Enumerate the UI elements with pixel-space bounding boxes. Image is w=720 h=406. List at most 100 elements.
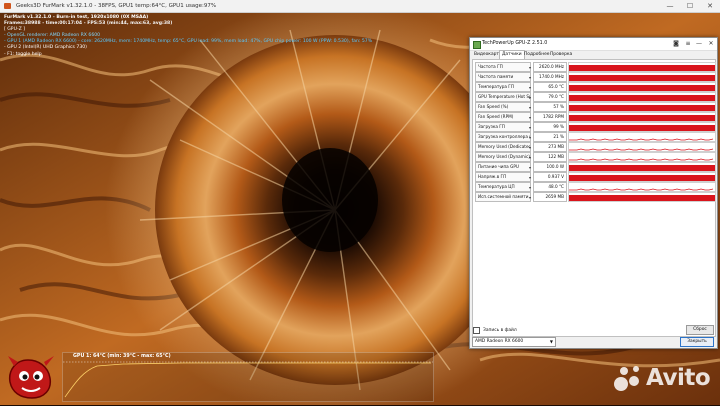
sensor-graph-bar xyxy=(569,188,714,191)
furmark-window-title: Geeks3D FurMark v1.32.1.0 - 38FPS, GPU1 … xyxy=(16,3,217,9)
sensor-graph-bar xyxy=(569,175,715,181)
sensor-name: Питание чипа GPU xyxy=(475,162,531,172)
sensor-row: Memory Used (Dynamic) ▾ 122 MB xyxy=(475,152,716,162)
sensor-options-chevron-icon[interactable]: ▾ xyxy=(529,165,531,170)
sensor-options-chevron-icon[interactable]: ▾ xyxy=(529,135,531,140)
gpuz-window: TechPowerUp GPU-Z 2.51.0 ◙ ≡ — ✕ Видеока… xyxy=(469,37,718,349)
sensors-panel: Частота ГП ▾ 2620.0 MHz Частота памяти ▾ 1740… xyxy=(472,59,716,337)
sensor-graph-bar xyxy=(569,75,715,81)
sensor-value: 273 MB xyxy=(533,142,567,152)
sensor-value: 2620.0 MHz xyxy=(533,62,567,72)
sensor-value: 2659 MB xyxy=(533,192,567,202)
sensor-options-chevron-icon[interactable]: ▾ xyxy=(529,75,531,80)
sensor-row: Напряж.в ГП ▾ 0.937 V xyxy=(475,172,716,182)
sensor-graph-bar xyxy=(569,148,714,151)
sensor-graph xyxy=(568,172,716,182)
gpu-select-value: AMD Radeon RX 6600 xyxy=(475,339,524,344)
sensor-name: Исп.системной памяти xyxy=(475,192,531,202)
sensor-row: Частота памяти ▾ 1740.0 MHz xyxy=(475,72,716,82)
sensor-value: 0.937 V xyxy=(533,172,567,182)
sensor-graph xyxy=(568,62,716,72)
sensor-value: 79.0 °C xyxy=(533,92,567,102)
avito-watermark-text: Avito xyxy=(646,365,711,391)
sensor-graph xyxy=(568,152,716,162)
sensor-options-chevron-icon[interactable]: ▾ xyxy=(529,145,531,150)
tab-validation[interactable]: Проверка xyxy=(548,51,574,59)
sensor-options-chevron-icon[interactable]: ▾ xyxy=(529,95,531,100)
sensor-graph xyxy=(568,102,716,112)
sensor-row: GPU Temperature (Hot Spot)▾79.0 °C xyxy=(475,92,716,102)
sensor-row: Температура ЦП ▾ 48.0 °C xyxy=(475,182,716,192)
sensor-row: Температура ГП ▾ 65.0 °C xyxy=(475,82,716,92)
maximize-icon[interactable]: ☐ xyxy=(680,0,700,12)
reset-button[interactable]: Сброс xyxy=(686,325,714,335)
furmark-logo xyxy=(4,352,60,402)
sensor-value: 1782 RPM xyxy=(533,112,567,122)
sensor-value: 1740.0 MHz xyxy=(533,72,567,82)
sensor-name: GPU Temperature (Hot Spot) xyxy=(475,92,531,102)
avito-watermark: Avito xyxy=(612,364,716,394)
furmark-app-icon xyxy=(4,3,11,9)
temperature-graph-label: GPU 1: 64°C (min: 39°C - max: 65°C) xyxy=(73,354,171,359)
sensor-options-chevron-icon[interactable]: ▾ xyxy=(529,185,531,190)
sensor-graph-bar xyxy=(569,65,715,71)
sensor-name: Напряж.в ГП xyxy=(475,172,531,182)
sensor-graph-bar xyxy=(569,85,715,91)
chevron-down-icon: ▼ xyxy=(549,339,553,344)
gpu-select-dropdown[interactable]: AMD Radeon RX 6600 ▼ xyxy=(472,337,556,347)
sensor-row: Fan Speed (RPM) ▾ 1782 RPM xyxy=(475,112,716,122)
sensor-graph xyxy=(568,192,716,202)
close-icon[interactable]: ✕ xyxy=(700,0,720,12)
sensor-name: Загрузка контроллера памяти xyxy=(475,132,531,142)
sensor-value: 21 % xyxy=(533,132,567,142)
sensor-value: 48.0 °C xyxy=(533,182,567,192)
sensor-name: Температура ГП xyxy=(475,82,531,92)
sensor-row: Загрузка контроллера памяти▾21 % xyxy=(475,132,716,142)
furmark-osd: FurMark v1.32.1.0 - Burn-in test, 1920x1… xyxy=(4,15,372,58)
furmark-titlebar: Geeks3D FurMark v1.32.1.0 - 38FPS, GPU1 … xyxy=(0,0,720,13)
sensor-graph-bar xyxy=(569,95,715,101)
sensor-graph-bar xyxy=(569,195,715,201)
sensor-graph-bar xyxy=(569,125,715,131)
temperature-graph: GPU 1: 64°C (min: 39°C - max: 65°C) xyxy=(62,352,434,402)
sensor-graph xyxy=(568,72,716,82)
sensor-options-chevron-icon[interactable]: ▾ xyxy=(529,155,531,160)
minimize-icon[interactable]: — xyxy=(660,0,680,12)
gpuz-close-icon[interactable]: ✕ xyxy=(705,38,717,50)
sensor-name: Memory Used (Dedicated) xyxy=(475,142,531,152)
sensor-options-chevron-icon[interactable]: ▾ xyxy=(529,115,531,120)
sensor-graph-bar xyxy=(569,115,715,121)
sensor-value: 99 % xyxy=(533,122,567,132)
log-to-file-label: Запись в файл xyxy=(483,328,517,333)
sensor-options-chevron-icon[interactable]: ▾ xyxy=(529,125,531,130)
sensor-graph xyxy=(568,82,716,92)
sensor-graph xyxy=(568,162,716,172)
sensor-row: Частота ГП ▾ 2620.0 MHz xyxy=(475,62,716,72)
sensor-options-chevron-icon[interactable]: ▾ xyxy=(529,105,531,110)
gpuz-window-title: TechPowerUp GPU-Z 2.51.0 xyxy=(482,41,548,46)
sensor-row: Питание чипа GPU ▾ 100.0 W xyxy=(475,162,716,172)
sensor-graph xyxy=(568,132,716,142)
gpuz-camera-icon[interactable]: ◙ xyxy=(670,38,682,50)
sensor-options-chevron-icon[interactable]: ▾ xyxy=(529,195,531,200)
sensor-graph-bar xyxy=(569,158,714,161)
sensor-name: Fan Speed (%) xyxy=(475,102,531,112)
sensor-graph xyxy=(568,142,716,152)
sensor-graph xyxy=(568,92,716,102)
sensor-options-chevron-icon[interactable]: ▾ xyxy=(529,65,531,70)
close-button[interactable]: Закрыть xyxy=(680,337,714,347)
log-to-file-checkbox[interactable] xyxy=(473,327,480,334)
sensor-name: Частота памяти xyxy=(475,72,531,82)
gpuz-minimize-icon[interactable]: — xyxy=(693,38,705,50)
sensor-row: Memory Used (Dedicated) ▾ 273 MB xyxy=(475,142,716,152)
sensor-name: Частота ГП xyxy=(475,62,531,72)
sensor-options-chevron-icon[interactable]: ▾ xyxy=(529,175,531,180)
sensor-value: 57 % xyxy=(533,102,567,112)
sensor-value: 122 MB xyxy=(533,152,567,162)
sensor-graph xyxy=(568,122,716,132)
sensor-row: Исп.системной памяти ▾ 2659 MB xyxy=(475,192,716,202)
sensor-name: Memory Used (Dynamic) xyxy=(475,152,531,162)
log-to-file-option[interactable]: Запись в файл xyxy=(473,327,517,334)
sensor-options-chevron-icon[interactable]: ▾ xyxy=(529,85,531,90)
sensor-graph-bar xyxy=(569,165,715,171)
